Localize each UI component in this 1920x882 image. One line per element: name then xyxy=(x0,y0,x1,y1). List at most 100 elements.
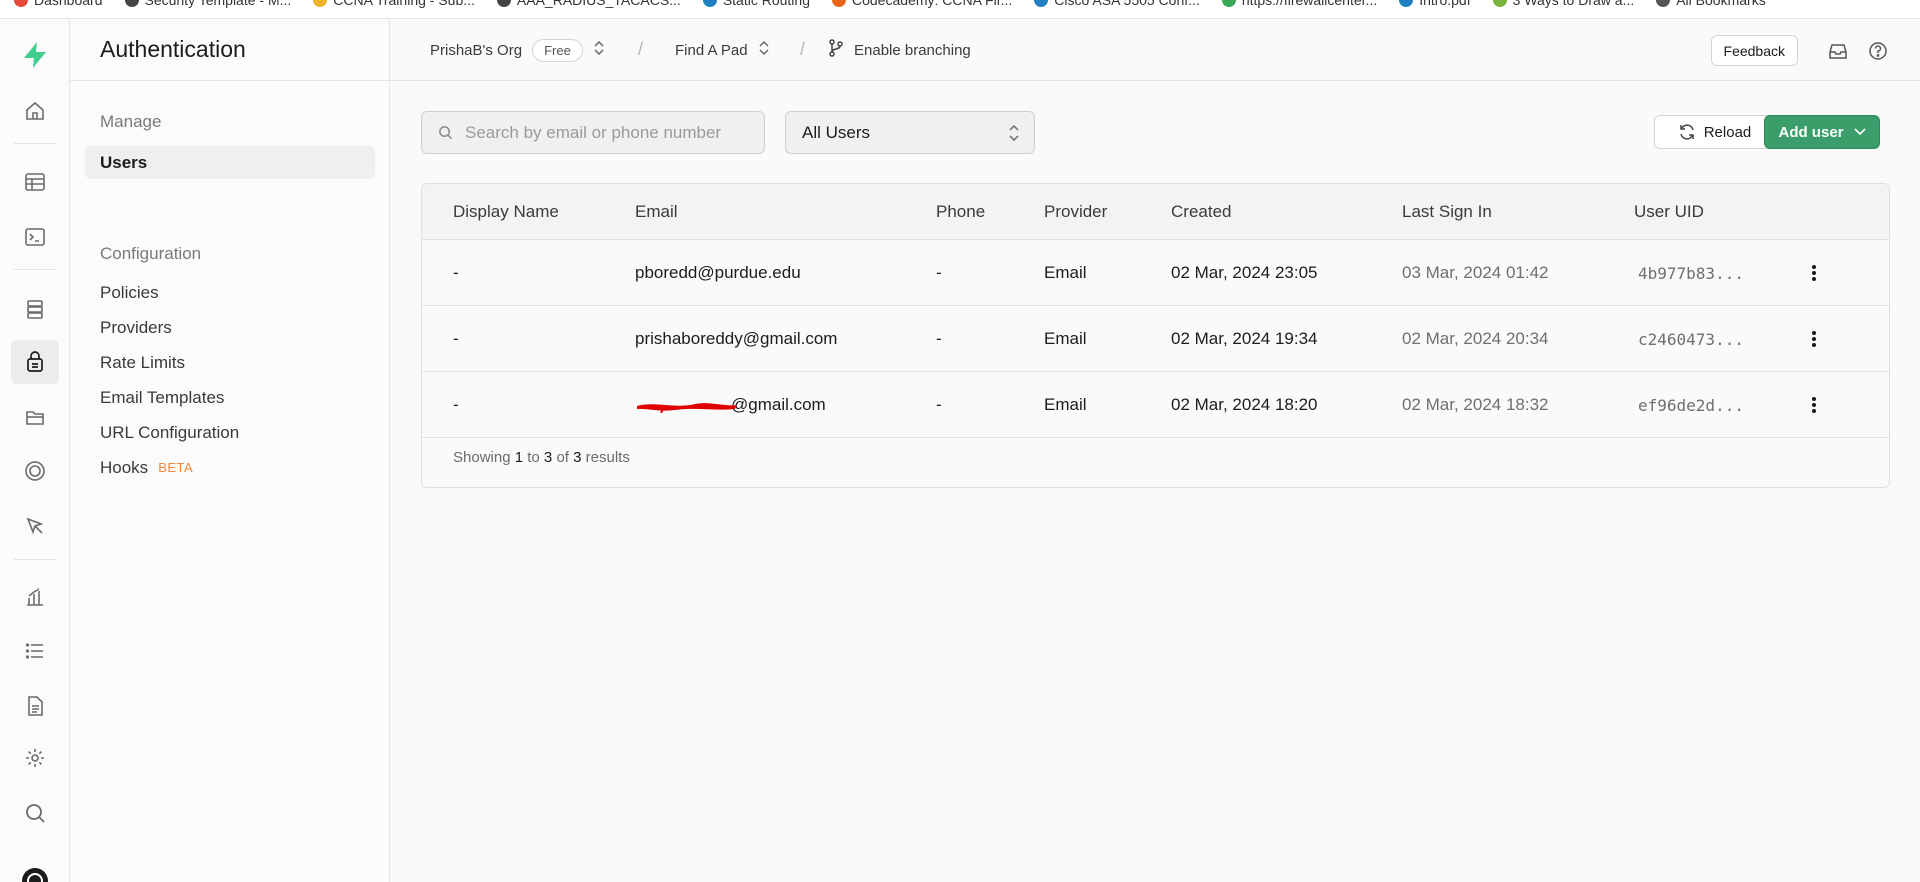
row-actions-kebab-icon[interactable] xyxy=(1802,326,1826,352)
last-sign-in-cell: 02 Mar, 2024 20:34 xyxy=(1402,329,1549,348)
bookmark-favicon-icon xyxy=(124,0,139,7)
table-editor-icon[interactable] xyxy=(11,160,59,204)
sidebar-title: Authentication xyxy=(70,19,389,81)
supabase-logo-icon[interactable] xyxy=(11,33,59,77)
bookmark-item[interactable]: All Bookmarks xyxy=(1656,0,1766,9)
breadcrumb-separator: / xyxy=(638,39,644,59)
last-sign-in-cell: 03 Mar, 2024 01:42 xyxy=(1402,263,1549,282)
created-cell: 02 Mar, 2024 18:20 xyxy=(1171,395,1318,414)
reload-button[interactable]: Reload xyxy=(1654,115,1775,149)
redaction-scribble xyxy=(637,403,737,413)
org-switcher[interactable]: PrishaB's Org Free xyxy=(430,19,605,81)
sidebar-item-rate-limits[interactable]: Rate Limits xyxy=(85,346,375,379)
bookmark-favicon-icon xyxy=(832,0,846,7)
settings-gear-icon[interactable] xyxy=(11,736,59,780)
bookmark-favicon-icon xyxy=(1492,0,1507,7)
user-filter-select[interactable]: All Users xyxy=(785,111,1035,154)
reload-label: Reload xyxy=(1703,123,1752,141)
bookmark-item[interactable]: 3 Ways to Draw a... xyxy=(1492,0,1635,9)
bookmark-label: Dashboard xyxy=(34,0,103,8)
refresh-icon xyxy=(1678,123,1696,141)
bookmark-item[interactable]: Static Routing xyxy=(702,0,810,9)
display-name-cell: - xyxy=(453,395,459,414)
bookmark-item[interactable]: Cisco ASA 5505 Conf... xyxy=(1034,0,1200,9)
storage-icon[interactable] xyxy=(11,395,59,439)
pagination-to: 3 xyxy=(543,449,553,466)
bookmark-label: Cisco ASA 5505 Conf... xyxy=(1054,0,1200,8)
home-icon[interactable] xyxy=(11,89,59,133)
enable-branching-button[interactable]: Enable branching xyxy=(828,19,971,81)
pagination-from: 1 xyxy=(514,449,524,466)
bookmark-label: Security Template - M... xyxy=(145,0,292,8)
api-docs-icon[interactable] xyxy=(11,684,59,728)
bookmark-label: CCNA Training - Sub... xyxy=(333,0,475,8)
bookmark-label: Static Routing xyxy=(723,0,810,8)
add-user-button[interactable]: Add user xyxy=(1764,115,1880,149)
table-header: Display Name Email Phone Provider Create… xyxy=(422,184,1889,240)
phone-cell: - xyxy=(936,329,942,348)
chevron-updown-icon xyxy=(593,40,605,60)
sql-editor-icon[interactable] xyxy=(11,215,59,259)
bookmark-favicon-icon xyxy=(14,0,28,7)
bookmark-item[interactable]: Security Template - M... xyxy=(124,0,292,9)
bookmark-favicon-icon xyxy=(313,0,328,7)
database-icon[interactable] xyxy=(11,287,59,331)
row-actions-kebab-icon[interactable] xyxy=(1802,260,1826,286)
feedback-button[interactable]: Feedback xyxy=(1710,35,1798,66)
bookmark-label: 3 Ways to Draw a... xyxy=(1513,0,1635,8)
bookmark-item[interactable]: https://firewallcenter... xyxy=(1221,0,1377,9)
git-branch-icon xyxy=(828,39,844,61)
bookmark-item[interactable]: Intro.pdf xyxy=(1399,0,1471,9)
configuration-heading: Configuration xyxy=(100,244,202,263)
search-icon xyxy=(438,125,453,140)
chevron-updown-icon xyxy=(1008,123,1020,148)
created-cell: 02 Mar, 2024 23:05 xyxy=(1171,263,1318,282)
table-row[interactable]: - prishaboreddy@gmail.com - Email 02 Mar… xyxy=(422,306,1889,372)
add-user-label: Add user xyxy=(1778,123,1844,141)
provider-cell: Email xyxy=(1044,395,1087,414)
project-switcher[interactable]: Find A Pad xyxy=(675,19,770,81)
user-uid-cell: c2460473... xyxy=(1638,329,1744,349)
pagination-suffix: results xyxy=(585,449,630,466)
row-actions-kebab-icon[interactable] xyxy=(1802,392,1826,418)
sidebar-item-policies[interactable]: Policies xyxy=(85,276,375,309)
reports-icon[interactable] xyxy=(11,575,59,619)
pagination-prefix: Showing xyxy=(453,449,511,466)
table-row[interactable]: - pboredd@purdue.edu - Email 02 Mar, 202… xyxy=(422,240,1889,306)
bookmark-item[interactable]: Codecademy: CCNA Fir... xyxy=(832,0,1012,9)
email-cell: prishaboreddy@gmail.com xyxy=(635,329,838,348)
user-avatar-icon[interactable] xyxy=(11,859,59,882)
realtime-icon[interactable] xyxy=(11,449,59,493)
search-input[interactable] xyxy=(465,122,745,143)
bookmark-item[interactable]: Dashboard xyxy=(14,0,103,9)
chevron-updown-icon xyxy=(758,40,770,60)
sidebar-item-hooks-label: Hooks xyxy=(100,457,149,477)
user-search-field[interactable] xyxy=(421,111,765,154)
help-icon[interactable] xyxy=(1866,39,1890,63)
table-row[interactable]: - @gmail.com - Email 02 Mar, 2024 18:20 … xyxy=(422,372,1889,438)
created-cell: 02 Mar, 2024 19:34 xyxy=(1171,329,1318,348)
breadcrumb-separator: / xyxy=(800,39,806,59)
icon-rail xyxy=(0,19,70,882)
column-header-created: Created xyxy=(1171,202,1232,221)
sidebar-item-email-templates[interactable]: Email Templates xyxy=(85,381,375,414)
top-bar: PrishaB's Org Free / Find A Pad / Enable… xyxy=(390,19,1920,81)
bookmark-favicon-icon xyxy=(1399,0,1414,7)
logs-icon[interactable] xyxy=(11,629,59,673)
pagination-total: 3 xyxy=(573,449,582,466)
user-uid-cell: ef96de2d... xyxy=(1638,395,1744,415)
sidebar-item-url-configuration[interactable]: URL Configuration xyxy=(85,416,375,449)
sidebar-item-users[interactable]: Users xyxy=(85,146,375,179)
bookmarks-bar: Dashboard Security Template - M... CCNA Tr… xyxy=(0,0,1920,19)
bookmark-item[interactable]: CCNA Training - Sub... xyxy=(313,0,475,9)
column-header-provider: Provider xyxy=(1044,202,1108,221)
bookmark-item[interactable]: AAA_RADIUS_TACACS... xyxy=(496,0,681,9)
bookmark-favicon-icon xyxy=(1034,0,1049,7)
search-icon[interactable] xyxy=(11,791,59,835)
inbox-icon[interactable] xyxy=(1826,39,1850,63)
plan-badge: Free xyxy=(532,38,583,62)
sidebar-item-providers[interactable]: Providers xyxy=(85,311,375,344)
edge-functions-icon[interactable] xyxy=(11,504,59,548)
sidebar-item-hooks[interactable]: Hooks BETA xyxy=(85,451,375,484)
authentication-icon[interactable] xyxy=(11,340,59,384)
